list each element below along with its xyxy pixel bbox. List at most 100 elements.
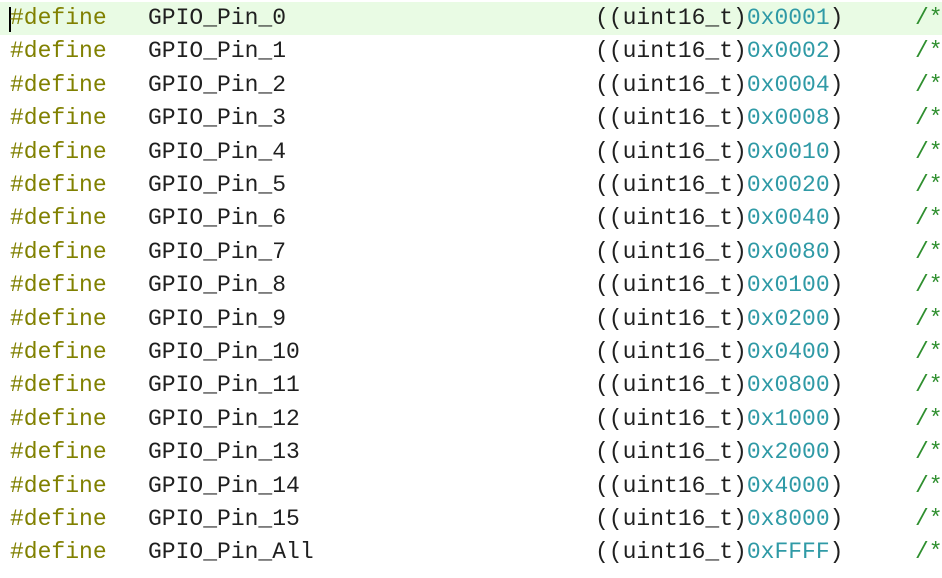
hex-literal: 0x0800 (746, 372, 830, 398)
code-line[interactable]: #define GPIO_Pin_10 ((uint16_t)0x0400) /* (0, 336, 942, 369)
cast-type: uint16_t (622, 172, 734, 198)
code-line[interactable]: #define GPIO_Pin_12 ((uint16_t)0x1000) /* (0, 403, 942, 436)
macro-value-expression: ((uint16_t)0x0100) (595, 269, 843, 302)
cast-close-paren: ) (733, 473, 747, 499)
comment-start: /* (915, 406, 942, 432)
macro-name: GPIO_Pin_7 (148, 239, 287, 265)
cast-type: uint16_t (622, 539, 734, 565)
cast-close-paren: ) (733, 439, 747, 465)
macro-name: GPIO_Pin_13 (148, 439, 300, 465)
cast-type: uint16_t (622, 72, 734, 98)
cast-close-paren: ) (733, 306, 747, 332)
hex-literal: 0x8000 (746, 506, 830, 532)
macro-name: GPIO_Pin_9 (148, 306, 287, 332)
comment-start: /* (915, 306, 942, 332)
open-parens: (( (595, 139, 623, 165)
comment-start: /* (915, 439, 942, 465)
hex-literal: 0x0200 (746, 306, 830, 332)
comment-start: /* (915, 239, 942, 265)
macro-value-expression: ((uint16_t)0x0001) (595, 2, 843, 35)
code-editor[interactable]: #define GPIO_Pin_0 ((uint16_t)0x0001)/* #de… (0, 0, 942, 578)
macro-name: GPIO_Pin_1 (148, 38, 287, 64)
close-paren: ) (829, 205, 844, 231)
open-parens: (( (595, 72, 623, 98)
comment-start: /* (915, 172, 942, 198)
cast-close-paren: ) (733, 72, 747, 98)
code-line[interactable]: #define GPIO_Pin_4 ((uint16_t)0x0010) /* (0, 136, 942, 169)
cast-close-paren: ) (733, 105, 747, 131)
macro-value-expression: ((uint16_t)0x8000) (595, 503, 843, 536)
code-line[interactable]: #define GPIO_Pin_All ((uint16_t)0xFFFF) /* (0, 536, 942, 569)
open-parens: (( (595, 239, 623, 265)
define-directive: #define (10, 539, 107, 565)
cast-type: uint16_t (622, 272, 734, 298)
open-parens: (( (595, 172, 623, 198)
code-line[interactable]: #define GPIO_Pin_5 ((uint16_t)0x0020) /* (0, 169, 942, 202)
close-paren: ) (829, 506, 844, 532)
close-paren: ) (829, 539, 844, 565)
cast-close-paren: ) (733, 406, 747, 432)
macro-value-expression: ((uint16_t)0x0010) (595, 136, 843, 169)
code-line[interactable]: #define GPIO_Pin_13 ((uint16_t)0x2000) /* (0, 436, 942, 469)
close-paren: ) (829, 105, 844, 131)
hex-literal: 0x0001 (746, 5, 830, 31)
macro-value-expression: ((uint16_t)0x0008) (595, 102, 843, 135)
open-parens: (( (595, 339, 623, 365)
macro-value-expression: ((uint16_t)0x0020) (595, 169, 843, 202)
define-directive: #define (10, 306, 107, 332)
define-directive: #define (10, 205, 107, 231)
cast-type: uint16_t (622, 105, 734, 131)
code-line[interactable]: #define GPIO_Pin_1 ((uint16_t)0x0002) /* (0, 35, 942, 68)
macro-name: GPIO_Pin_4 (148, 139, 287, 165)
code-line[interactable]: #define GPIO_Pin_6 ((uint16_t)0x0040) /* (0, 202, 942, 235)
define-directive: #define (10, 506, 107, 532)
cast-type: uint16_t (622, 139, 734, 165)
open-parens: (( (595, 105, 623, 131)
hex-literal: 0x0400 (746, 339, 830, 365)
hex-literal: 0x0040 (746, 205, 830, 231)
open-parens: (( (595, 539, 623, 565)
close-paren: ) (829, 306, 844, 332)
cast-type: uint16_t (622, 473, 734, 499)
define-directive: #define (10, 38, 107, 64)
code-line[interactable]: #define GPIO_Pin_7 ((uint16_t)0x0080) /* (0, 236, 942, 269)
macro-value-expression: ((uint16_t)0xFFFF) (595, 536, 843, 569)
code-line[interactable]: #define GPIO_Pin_0 ((uint16_t)0x0001) /* (0, 2, 942, 35)
define-directive: #define (10, 473, 107, 499)
macro-value-expression: ((uint16_t)0x0080) (595, 236, 843, 269)
close-paren: ) (829, 72, 844, 98)
define-directive: #define (10, 272, 107, 298)
cast-type: uint16_t (622, 439, 734, 465)
define-directive: #define (10, 172, 107, 198)
hex-literal: 0x0080 (746, 239, 830, 265)
close-paren: ) (829, 406, 844, 432)
cast-type: uint16_t (622, 38, 734, 64)
macro-value-expression: ((uint16_t)0x0004) (595, 69, 843, 102)
hex-literal: 0xFFFF (746, 539, 830, 565)
code-line[interactable]: #define GPIO_Pin_2 ((uint16_t)0x0004) /* (0, 69, 942, 102)
hex-literal: 0x0010 (746, 139, 830, 165)
code-line[interactable]: #define GPIO_Pin_11 ((uint16_t)0x0800) /* (0, 369, 942, 402)
code-line[interactable]: #define GPIO_Pin_15 ((uint16_t)0x8000) /* (0, 503, 942, 536)
macro-name: GPIO_Pin_8 (148, 272, 287, 298)
open-parens: (( (595, 506, 623, 532)
code-line[interactable]: #define GPIO_Pin_8 ((uint16_t)0x0100) /* (0, 269, 942, 302)
close-paren: ) (829, 372, 844, 398)
define-directive: #define (10, 372, 107, 398)
comment-start: /* (915, 205, 942, 231)
macro-name: GPIO_Pin_6 (148, 205, 287, 231)
code-line[interactable]: #define GPIO_Pin_9 ((uint16_t)0x0200) /* (0, 303, 942, 336)
open-parens: (( (595, 406, 623, 432)
hex-literal: 0x0004 (746, 72, 830, 98)
code-line[interactable]: #define GPIO_Pin_14 ((uint16_t)0x4000) /* (0, 470, 942, 503)
define-directive: #define (10, 239, 107, 265)
code-line[interactable]: #define GPIO_Pin_3 ((uint16_t)0x0008) /* (0, 102, 942, 135)
macro-name: GPIO_Pin_14 (148, 473, 300, 499)
close-paren: ) (829, 5, 844, 31)
cast-close-paren: ) (733, 372, 747, 398)
cast-close-paren: ) (733, 172, 747, 198)
cast-type: uint16_t (622, 239, 734, 265)
comment-start: /* (915, 506, 942, 532)
open-parens: (( (595, 372, 623, 398)
cast-type: uint16_t (622, 5, 734, 31)
